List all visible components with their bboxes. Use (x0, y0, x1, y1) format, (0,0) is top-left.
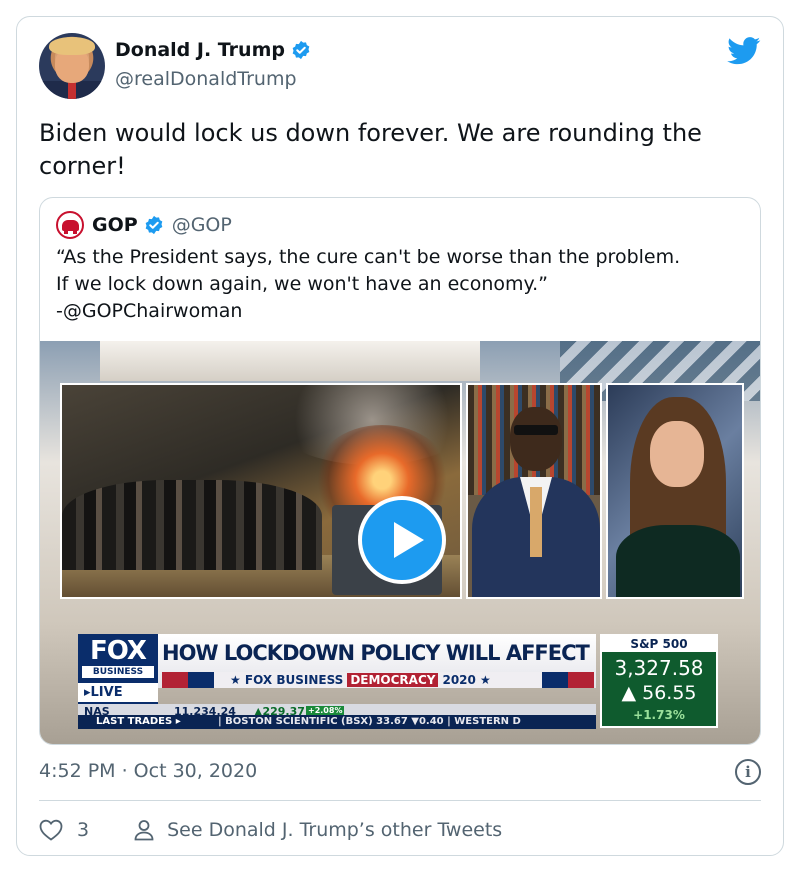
tweet-timestamp[interactable]: 4:52 PM · Oct 30, 2020 (39, 760, 257, 782)
gop-elephant-icon[interactable] (56, 211, 84, 239)
video-panel-male-guest (466, 383, 602, 599)
other-tweets-link[interactable]: See Donald J. Trump’s other Tweets (167, 819, 502, 841)
info-icon[interactable]: i (735, 759, 761, 785)
banner-brand: ★ FOX BUSINESS (230, 673, 344, 687)
tweet-actions: 3 See Donald J. Trump’s other Tweets (39, 815, 502, 845)
play-button[interactable] (358, 496, 446, 584)
studio-light (100, 341, 480, 381)
quoted-tweet[interactable]: GOP @GOP “As the President says, the cur… (39, 197, 761, 745)
author-name-text[interactable]: Donald J. Trump (115, 39, 285, 61)
divider (39, 800, 761, 801)
banner-year: 2020 ★ (442, 673, 491, 687)
democracy-banner-text: ★ FOX BUSINESS DEMOCRACY 2020 ★ (230, 672, 491, 688)
quoted-author-name[interactable]: GOP (92, 214, 138, 236)
live-label: ▸LIVE (78, 682, 158, 702)
nas-percent: +2.08% (306, 706, 345, 715)
sp500-percent: +1.73% (633, 708, 685, 722)
heart-icon[interactable] (39, 819, 63, 841)
last-trades-ticker: LAST TRADES ▸ | BOSTON SCIENTIFIC (BSX) … (78, 715, 596, 729)
twitter-bird-icon[interactable] (727, 37, 761, 65)
video-panel-female-guest (606, 383, 744, 599)
like-count[interactable]: 3 (77, 819, 89, 841)
last-trades-label: LAST TRADES ▸ (96, 716, 181, 727)
last-trades-text: | BOSTON SCIENTIFIC (BSX) 33.67 ▼0.40 | … (218, 716, 521, 727)
quoted-tweet-header[interactable]: GOP @GOP (56, 211, 232, 239)
person-icon[interactable] (133, 819, 155, 841)
play-icon (394, 522, 424, 558)
tweet-card[interactable]: Donald J. Trump @realDonaldTrump Biden w… (16, 16, 784, 856)
quoted-tweet-text: “As the President says, the cure can't b… (56, 244, 756, 325)
tweet-text: Biden would lock us down forever. We are… (39, 119, 702, 180)
sp500-value: 3,327.58 (614, 656, 704, 680)
quoted-text-line: “As the President says, the cure can't b… (56, 246, 681, 268)
banner-topic: DEMOCRACY (347, 673, 439, 687)
sp500-box: S&P 500 3,327.58 ▲ 56.55 +1.73% (600, 634, 718, 728)
quoted-text-line: -@GOPChairwoman (56, 300, 243, 322)
sp500-change: ▲ 56.55 (621, 682, 697, 704)
quoted-text-line: If we lock down again, we won't have an … (56, 273, 548, 295)
video-player[interactable]: FOX BUSINESS ▸LIVE HOW LOCKDOWN POLICY W… (40, 341, 760, 744)
business-logo-text: BUSINESS (82, 666, 154, 678)
author-handle[interactable]: @realDonaldTrump (115, 68, 297, 90)
author-avatar[interactable] (39, 33, 105, 99)
sp500-title: S&P 500 (602, 636, 716, 652)
verified-badge-icon (292, 40, 310, 60)
quoted-author-handle[interactable]: @GOP (172, 214, 232, 236)
chyron-headline: HOW LOCKDOWN POLICY WILL AFFECT ELECTION (162, 641, 594, 665)
fox-logo-text: FOX (80, 636, 156, 666)
verified-badge-icon (145, 215, 163, 235)
author-name[interactable]: Donald J. Trump (115, 39, 311, 61)
